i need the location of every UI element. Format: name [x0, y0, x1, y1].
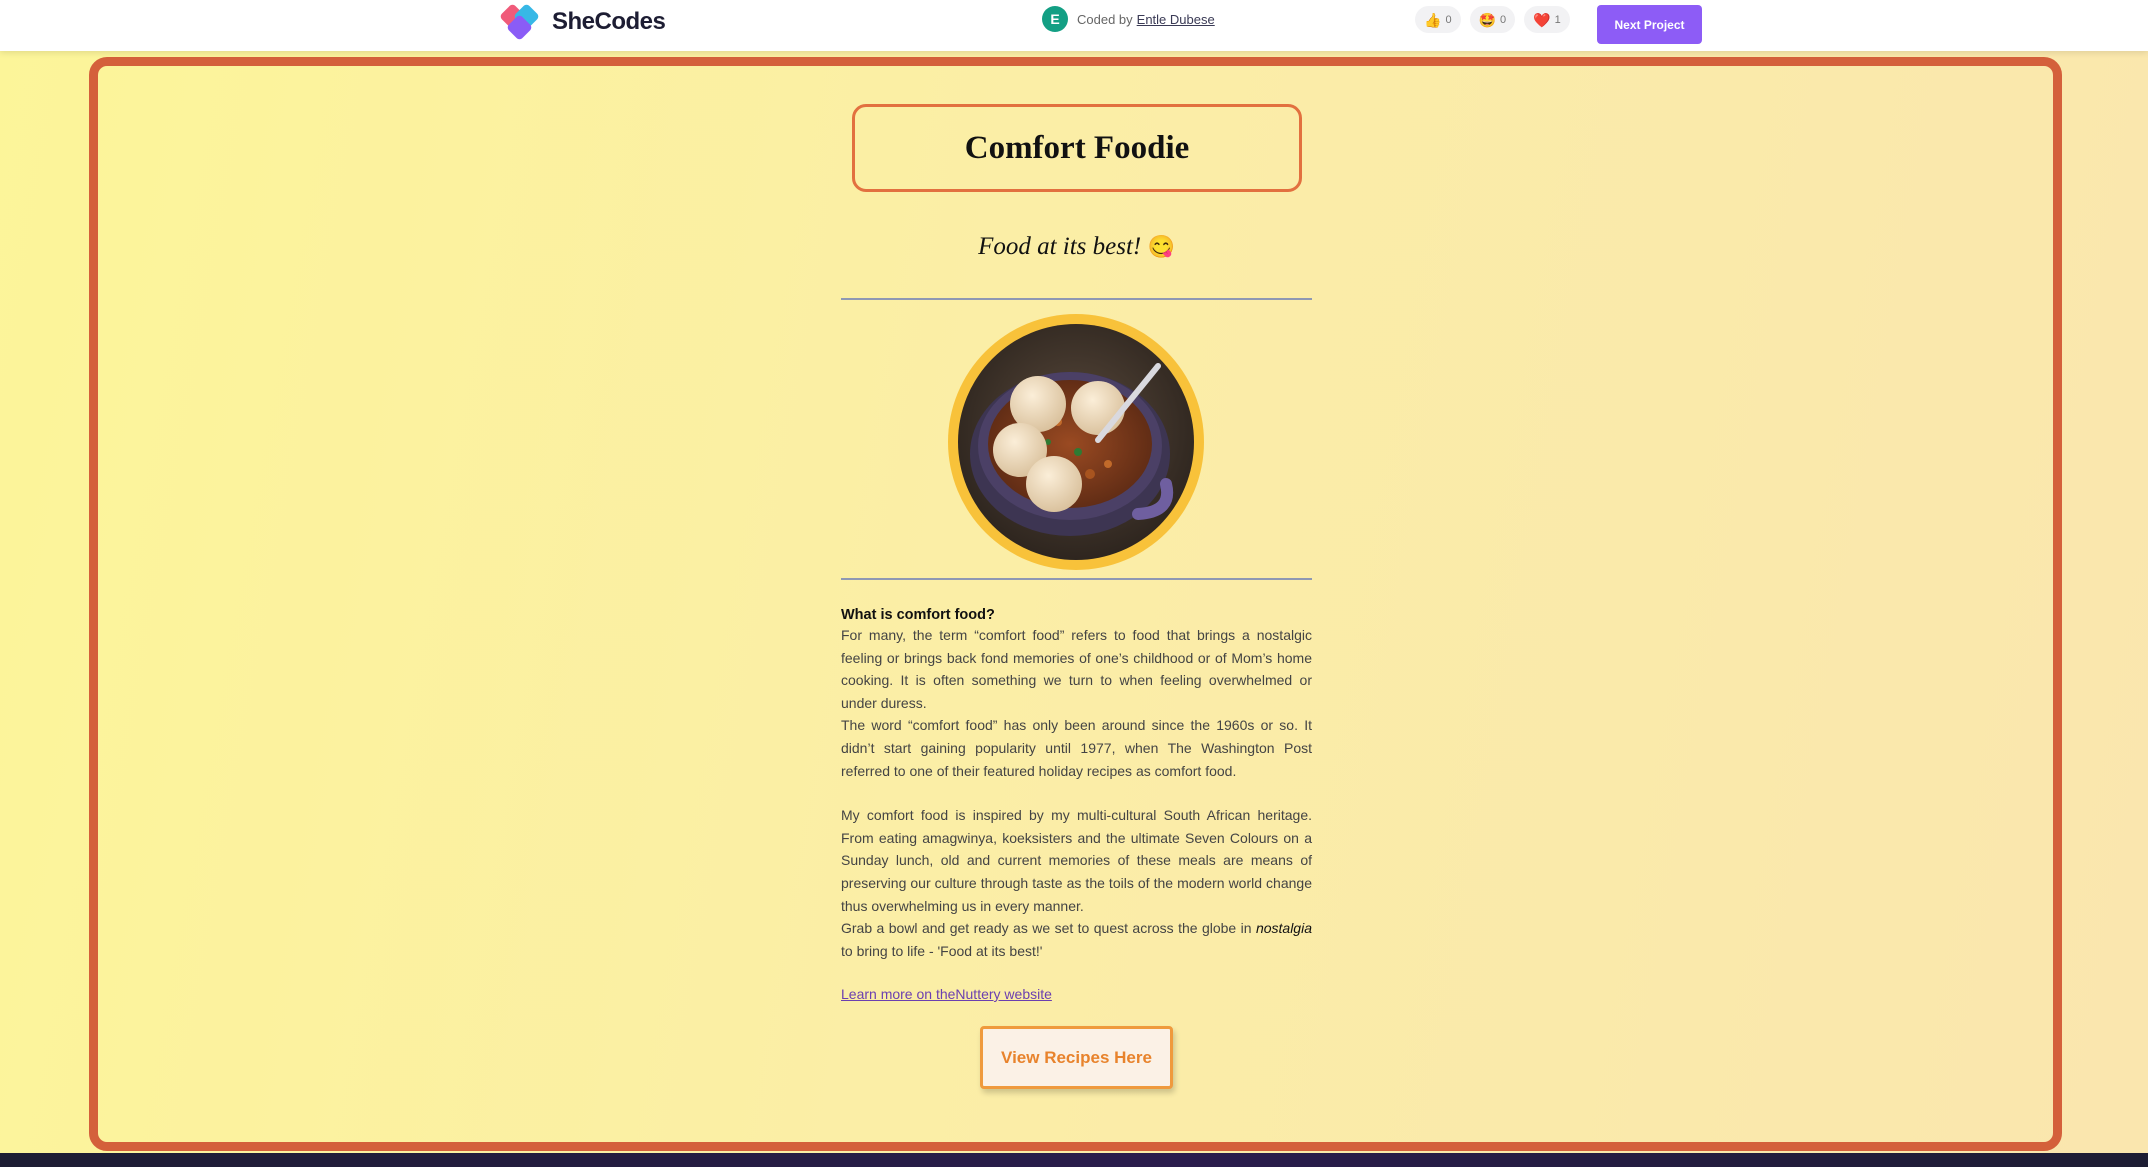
next-project-button[interactable]: Next Project: [1597, 5, 1702, 44]
paragraph: For many, the term “comfort food” refers…: [841, 627, 1312, 711]
paragraph: Grab a bowl and get ready as we set to q…: [841, 917, 1312, 962]
taskbar-strip: [0, 1153, 2148, 1167]
reaction-count: 0: [1500, 13, 1507, 26]
coded-by-label: Coded by: [1077, 11, 1133, 27]
paragraph-text: to bring to life - 'Food at its best!': [841, 942, 1043, 959]
author-avatar: E: [1042, 6, 1068, 32]
reaction-count: 0: [1445, 13, 1452, 26]
shecodes-logo-icon: [499, 3, 544, 41]
section-heading: What is comfort food?: [841, 607, 995, 623]
page-frame: [89, 57, 2062, 1151]
view-recipes-button[interactable]: View Recipes Here: [980, 1026, 1173, 1089]
star-struck-icon: 🤩: [1478, 11, 1496, 28]
page-title: Comfort Foodie: [852, 104, 1302, 192]
paragraph: The word “comfort food” has only been ar…: [841, 717, 1312, 779]
tagline: Food at its best! 😋: [841, 233, 1312, 261]
shecodes-logo[interactable]: SheCodes: [499, 3, 666, 41]
divider: [841, 578, 1312, 580]
stew-pot-image: [958, 324, 1194, 560]
logo-text: SheCodes: [552, 8, 666, 35]
food-image: [948, 314, 1204, 570]
tagline-text: Food at its best!: [978, 233, 1142, 260]
article-content: What is comfort food? For many, the term…: [841, 606, 1312, 962]
yum-face-icon: 😋: [1147, 234, 1175, 259]
reaction-count: 1: [1554, 13, 1561, 26]
emphasis-text: nostalgia: [1255, 920, 1312, 937]
reaction-thumbs-up[interactable]: 👍 0: [1415, 6, 1461, 33]
heart-icon: ❤️: [1533, 11, 1551, 28]
reactions: 👍 0 🤩 0 ❤️ 1: [1415, 6, 1570, 33]
paragraph: My comfort food is inspired by my multi-…: [841, 807, 1312, 914]
learn-more-link[interactable]: Learn more on theNuttery website: [841, 986, 1052, 1002]
top-bar: SheCodes E Coded by Entle Dubese 👍 0 🤩 0…: [0, 0, 2148, 51]
divider: [841, 298, 1312, 300]
coded-by: E Coded by Entle Dubese: [1042, 5, 1215, 33]
thumbs-up-icon: 👍: [1424, 11, 1442, 28]
reaction-star-struck[interactable]: 🤩 0: [1469, 6, 1516, 33]
author-link[interactable]: Entle Dubese: [1137, 12, 1215, 27]
reaction-heart[interactable]: ❤️ 1: [1524, 6, 1570, 33]
paragraph-text: Grab a bowl and get ready as we set to q…: [841, 920, 1256, 937]
